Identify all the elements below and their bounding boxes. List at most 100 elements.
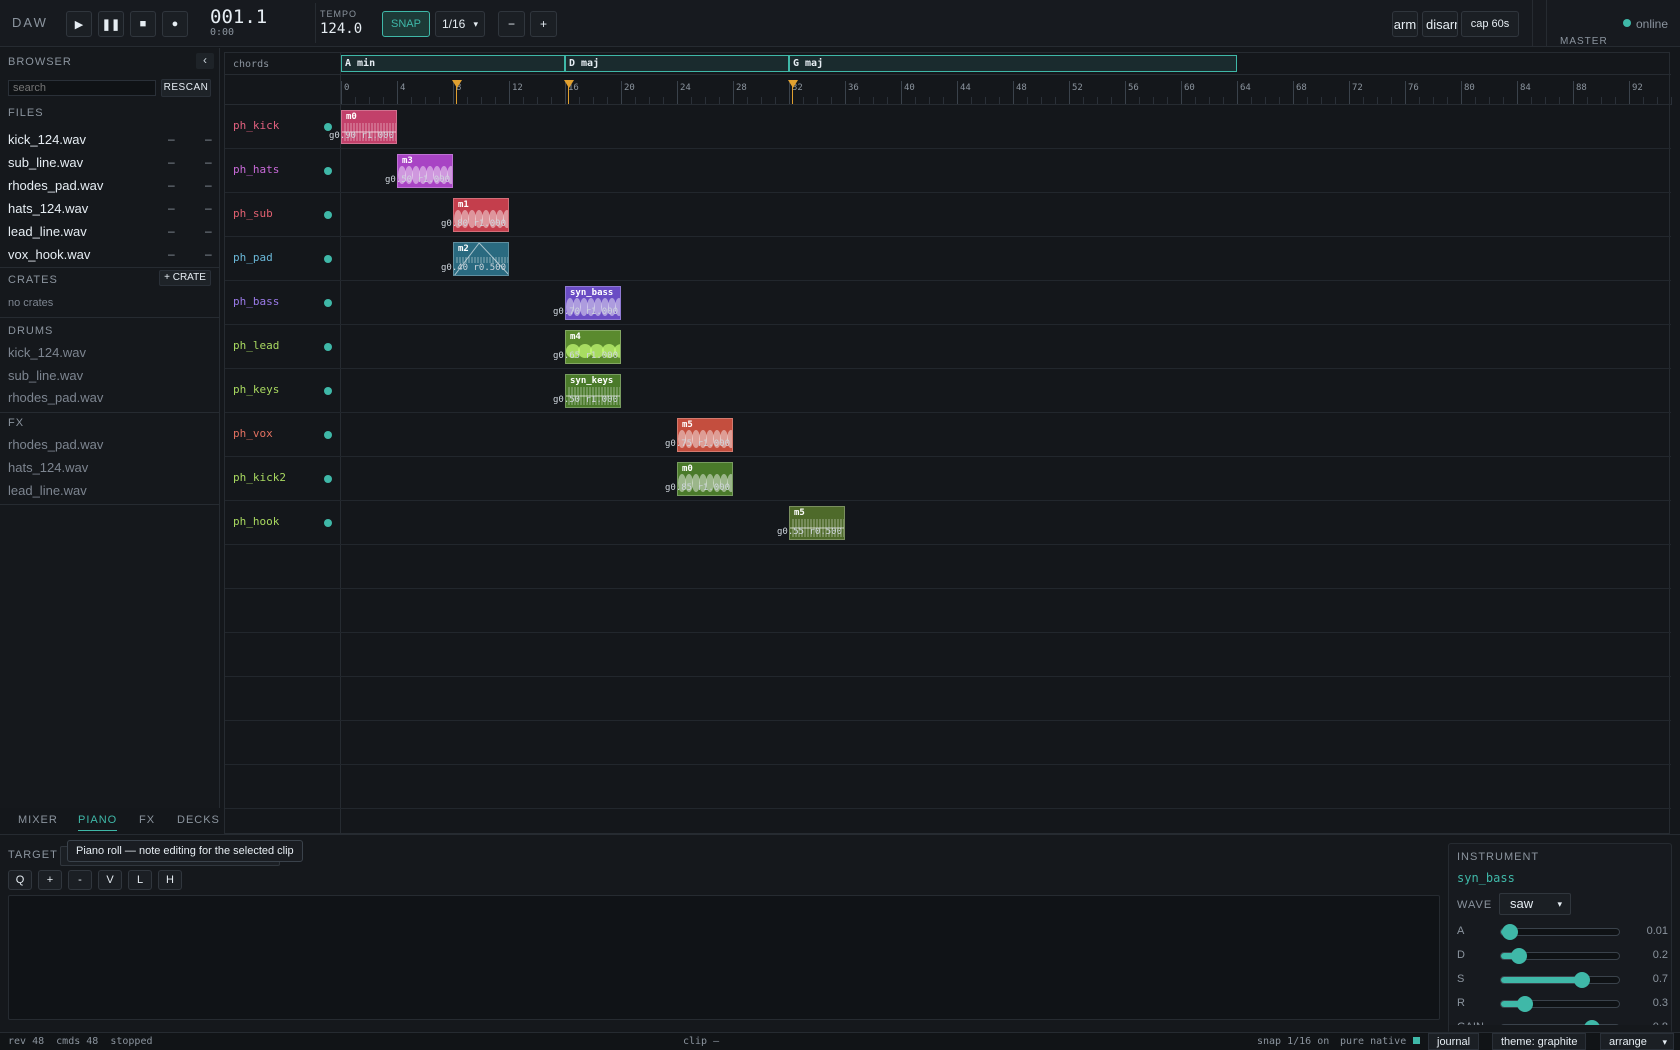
clip-info: g0.50 r1.000 — [385, 175, 451, 185]
capture-button[interactable]: cap 60s — [1461, 11, 1519, 37]
file-item[interactable]: hats_124.wav — [8, 201, 88, 216]
tab-mixer[interactable]: MIXER — [18, 814, 58, 826]
track-active-indicator-icon[interactable] — [324, 211, 332, 219]
track-active-indicator-icon[interactable] — [324, 299, 332, 307]
track-name[interactable]: ph_keys — [233, 383, 279, 396]
track-row — [225, 369, 1671, 413]
remove-note-button[interactable]: - — [68, 870, 92, 890]
ruler-tick-label: 52 — [1072, 83, 1083, 93]
ruler-tick-label: 92 — [1632, 83, 1643, 93]
top-bar: DAW ▶ ❚❚ ■ ● 001.1 0:00 TEMPO 124.0 SNAP… — [0, 0, 1680, 47]
snap-toggle[interactable]: SNAP — [382, 11, 430, 37]
record-button[interactable]: ● — [162, 11, 188, 37]
pause-button[interactable]: ❚❚ — [98, 11, 124, 37]
envelope-param-value: 0.7 — [1652, 973, 1668, 985]
track-name[interactable]: ph_bass — [233, 295, 279, 308]
browser-title: BROWSER — [8, 56, 72, 68]
track-active-indicator-icon[interactable] — [324, 255, 332, 263]
legato-button[interactable]: L — [128, 870, 152, 890]
add-note-button[interactable]: + — [38, 870, 62, 890]
track-active-indicator-icon[interactable] — [324, 123, 332, 131]
track-name[interactable]: ph_kick2 — [233, 471, 286, 484]
track-name[interactable]: ph_hats — [233, 163, 279, 176]
track-row — [225, 457, 1671, 501]
pause-icon: ❚❚ — [101, 18, 121, 31]
timeline-ruler[interactable]: 0 4 8 12 16 20 24 28 32 36 40 44 48 52 56 60 64 68 72 76 80 8… — [341, 53, 1672, 105]
add-crate-button[interactable]: + CRATE — [159, 270, 211, 286]
file-item[interactable]: rhodes_pad.wav — [8, 178, 103, 193]
track-name[interactable]: ph_pad — [233, 251, 273, 264]
clip-label: m0 — [346, 112, 357, 122]
track-name[interactable]: ph_kick — [233, 119, 279, 132]
track-active-indicator-icon[interactable] — [324, 387, 332, 395]
arm-button[interactable]: arm — [1392, 11, 1418, 37]
crate-item[interactable]: hats_124.wav — [8, 460, 88, 475]
tab-piano[interactable]: PIANO — [78, 814, 118, 831]
ruler-tick-label: 40 — [904, 83, 915, 93]
track-row — [225, 589, 1671, 633]
stop-button[interactable]: ■ — [130, 11, 156, 37]
envelope-slider[interactable] — [1500, 972, 1620, 988]
grid-select[interactable]: 1/16 ▾ — [435, 11, 485, 37]
tempo-value[interactable]: 124.0 — [320, 21, 362, 37]
slider-knob[interactable] — [1516, 996, 1533, 1012]
track-name[interactable]: ph_sub — [233, 207, 273, 220]
record-icon: ● — [171, 18, 179, 30]
slider-knob[interactable] — [1502, 924, 1519, 940]
wave-select[interactable]: saw ▾ — [1499, 893, 1571, 915]
ruler-tick — [621, 81, 622, 105]
piano-panel: TARGET Piano roll — note editing for the… — [0, 834, 1680, 1034]
zoom-out-button[interactable]: − — [498, 11, 525, 37]
journal-button[interactable]: journal — [1428, 1033, 1480, 1050]
drums-label: DRUMS — [8, 325, 54, 337]
slider-fill — [1501, 977, 1582, 983]
crate-item[interactable]: kick_124.wav — [8, 345, 86, 360]
search-input[interactable] — [8, 80, 156, 96]
locator-marker-icon[interactable] — [564, 80, 574, 88]
track-name[interactable]: ph_vox — [233, 427, 273, 440]
theme-button[interactable]: theme: graphite — [1492, 1033, 1587, 1050]
track-active-indicator-icon[interactable] — [324, 519, 332, 527]
file-item[interactable]: kick_124.wav — [8, 132, 86, 147]
track-name[interactable]: ph_lead — [233, 339, 279, 352]
track-row — [225, 721, 1671, 765]
ruler-tick — [509, 81, 510, 105]
divider — [0, 412, 220, 413]
slider-knob[interactable] — [1573, 972, 1590, 988]
collapse-browser-button[interactable]: ‹ — [196, 53, 214, 69]
disarm-button[interactable]: disarm — [1422, 11, 1458, 37]
locator-marker-icon[interactable] — [452, 80, 462, 88]
track-row — [225, 193, 1671, 237]
envelope-slider[interactable] — [1500, 948, 1620, 964]
track-active-indicator-icon[interactable] — [324, 431, 332, 439]
envelope-slider[interactable] — [1500, 996, 1620, 1012]
tab-decks[interactable]: DECKS — [177, 814, 220, 826]
file-item[interactable]: sub_line.wav — [8, 155, 83, 170]
track-active-indicator-icon[interactable] — [324, 475, 332, 483]
tempo-label: TEMPO — [320, 9, 358, 19]
file-dash: – — [168, 132, 175, 146]
piano-roll-canvas[interactable] — [8, 895, 1440, 1020]
quantize-button[interactable]: Q — [8, 870, 32, 890]
rescan-button[interactable]: RESCAN — [161, 79, 211, 97]
play-button[interactable]: ▶ — [66, 11, 92, 37]
ruler-subtick — [1671, 97, 1672, 105]
file-item[interactable]: vox_hook.wav — [8, 247, 90, 262]
envelope-slider[interactable] — [1500, 924, 1620, 940]
zoom-in-button[interactable]: + — [530, 11, 557, 37]
velocity-button[interactable]: V — [98, 870, 122, 890]
view-select[interactable]: arrange ▾ — [1600, 1033, 1674, 1050]
file-item[interactable]: lead_line.wav — [8, 224, 87, 239]
track-active-indicator-icon[interactable] — [324, 343, 332, 351]
humanize-button[interactable]: H — [158, 870, 182, 890]
tab-fx[interactable]: FX — [139, 814, 155, 826]
crate-item[interactable]: rhodes_pad.wav — [8, 390, 103, 405]
locator-marker-icon[interactable] — [788, 80, 798, 88]
crate-item[interactable]: sub_line.wav — [8, 368, 83, 383]
track-active-indicator-icon[interactable] — [324, 167, 332, 175]
crate-item[interactable]: lead_line.wav — [8, 483, 87, 498]
crate-item[interactable]: rhodes_pad.wav — [8, 437, 103, 452]
track-name[interactable]: ph_hook — [233, 515, 279, 528]
ruler-tick-label: 76 — [1408, 83, 1419, 93]
divider — [0, 317, 220, 318]
